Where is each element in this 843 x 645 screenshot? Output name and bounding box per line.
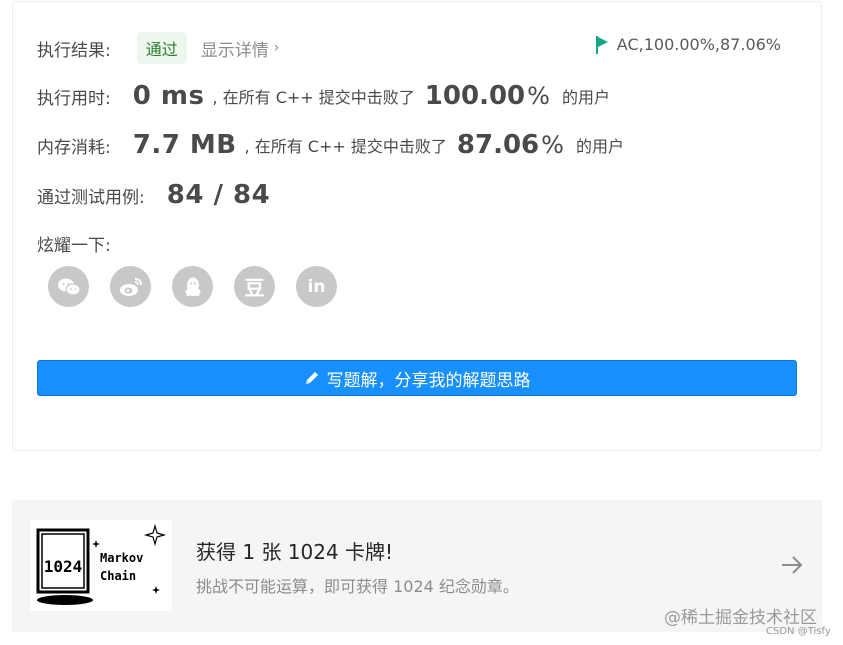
testcases-value: 84 / 84 xyxy=(166,180,271,210)
promo-subtitle: 挑战不可能运算，即可获得 1024 纪念勋章。 xyxy=(196,577,519,596)
memory-percentile: 87.06 xyxy=(456,130,540,160)
submission-result-card: 执行结果: 通过 显示详情 › AC,100.00%,87.06% 执行用时: … xyxy=(12,1,822,451)
promo-title: 获得 1 张 1024 卡牌! xyxy=(196,540,394,564)
ac-summary-text: AC,100.00%,87.06% xyxy=(616,35,781,54)
show-details-label: 显示详情 xyxy=(200,40,269,61)
mahjong-card-image: 1024 Markov Chain xyxy=(30,520,172,611)
runtime-row: 执行用时: 0 ms , 在所有 C++ 提交中击败了 100.00 % 的用户 xyxy=(37,81,610,111)
douban-glyph: 豆 xyxy=(244,276,265,300)
share-row: 炫耀一下: xyxy=(37,231,111,256)
testcases-row: 通过测试用例: 84 / 84 xyxy=(37,180,270,210)
runtime-tail: 的用户 xyxy=(561,88,610,107)
weibo-icon[interactable] xyxy=(110,266,151,307)
runtime-beats-text: , 在所有 C++ 提交中击败了 xyxy=(212,88,415,107)
card-text-markov: Markov xyxy=(100,551,143,565)
sparkle-icon xyxy=(92,540,100,548)
show-details-link[interactable]: 显示详情 › xyxy=(201,36,280,61)
result-label: 执行结果: xyxy=(37,40,111,61)
sparkle-icon xyxy=(143,523,167,547)
linkedin-icon[interactable]: in xyxy=(296,266,337,307)
runtime-label: 执行用时: xyxy=(37,88,111,109)
card-tile-text: 1024 xyxy=(44,557,83,576)
runtime-percent-sign: % xyxy=(527,82,550,110)
chevron-right-icon: › xyxy=(273,40,280,56)
watermark: @稀土掘金技术社区 xyxy=(664,608,817,628)
qq-icon[interactable] xyxy=(172,266,213,307)
douban-icon[interactable]: 豆 xyxy=(234,266,275,307)
result-row: 执行结果: 通过 显示详情 › xyxy=(37,32,279,64)
memory-value: 7.7 MB xyxy=(132,130,237,160)
flag-icon xyxy=(595,35,608,54)
ac-summary: AC,100.00%,87.06% xyxy=(595,35,781,54)
runtime-percentile: 100.00 xyxy=(424,81,526,111)
card-text-chain: Chain xyxy=(100,569,136,583)
write-solution-label: 写题解，分享我的解题思路 xyxy=(326,370,531,391)
csdn-watermark: CSDN @Tisfy xyxy=(766,626,831,637)
pencil-icon xyxy=(305,372,318,384)
memory-row: 内存消耗: 7.7 MB , 在所有 C++ 提交中击败了 87.06 % 的用… xyxy=(37,130,624,160)
memory-tail: 的用户 xyxy=(575,137,624,156)
memory-label: 内存消耗: xyxy=(37,137,111,158)
memory-beats-text: , 在所有 C++ 提交中击败了 xyxy=(244,137,447,156)
sparkle-icon xyxy=(152,586,160,594)
linkedin-glyph: in xyxy=(307,276,326,297)
share-icons: 豆 in xyxy=(48,266,358,307)
write-solution-button[interactable]: 写题解，分享我的解题思路 xyxy=(37,360,797,396)
memory-percent-sign: % xyxy=(541,131,564,159)
status-badge: 通过 xyxy=(136,32,187,64)
arrow-right-icon[interactable] xyxy=(780,554,804,576)
testcases-label: 通过测试用例: xyxy=(37,187,145,208)
share-label: 炫耀一下: xyxy=(37,236,111,256)
runtime-value: 0 ms xyxy=(132,81,205,111)
wechat-icon[interactable] xyxy=(48,266,89,307)
